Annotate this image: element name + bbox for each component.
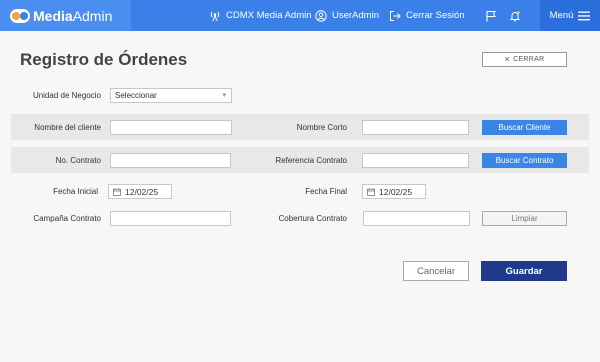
cancel-button[interactable]: Cancelar bbox=[403, 261, 469, 281]
fecha-inicial-input[interactable]: 12/02/25 bbox=[108, 184, 172, 199]
location-label: CDMX Media Admin bbox=[226, 10, 312, 21]
unidad-value: Seleccionar bbox=[115, 91, 157, 100]
unidad-select[interactable]: Seleccionar ▾ bbox=[110, 88, 232, 103]
fecha-final-value: 12/02/25 bbox=[379, 186, 413, 197]
brand[interactable]: MediaAdmin bbox=[0, 0, 131, 31]
nombre-corto-input[interactable] bbox=[362, 120, 469, 135]
bell-icon bbox=[509, 10, 521, 22]
campana-input[interactable] bbox=[110, 211, 231, 226]
fecha-inicial-label: Fecha Inicial bbox=[53, 187, 98, 196]
hamburger-icon bbox=[578, 11, 591, 20]
menu-button[interactable]: Menú bbox=[540, 0, 600, 31]
flag-icon bbox=[486, 10, 496, 21]
brand-name: MediaAdmin bbox=[33, 7, 113, 24]
unidad-label: Unidad de Negocio bbox=[32, 91, 101, 100]
campana-label: Campaña Contrato bbox=[33, 214, 101, 223]
referencia-input[interactable] bbox=[362, 153, 469, 168]
broadcast-icon bbox=[210, 11, 220, 21]
user-label: UserAdmin bbox=[332, 10, 379, 21]
cobertura-label: Cobertura Contrato bbox=[278, 214, 347, 223]
cobertura-input[interactable] bbox=[363, 211, 470, 226]
flag-button[interactable] bbox=[485, 0, 502, 31]
user-icon bbox=[315, 9, 327, 22]
close-label: CERRAR bbox=[513, 56, 545, 63]
user-item[interactable]: UserAdmin bbox=[315, 0, 379, 31]
referencia-label: Referencia Contrato bbox=[275, 156, 347, 165]
location-item[interactable]: CDMX Media Admin bbox=[209, 0, 312, 31]
notifications-button[interactable] bbox=[509, 0, 526, 31]
buscar-contrato-button[interactable]: Buscar Contrato bbox=[482, 153, 567, 168]
nombre-cliente-input[interactable] bbox=[110, 120, 232, 135]
buscar-cliente-button[interactable]: Buscar Cliente bbox=[482, 120, 567, 135]
calendar-icon bbox=[367, 187, 375, 196]
no-contrato-input[interactable] bbox=[110, 153, 231, 168]
save-button[interactable]: Guardar bbox=[481, 261, 567, 281]
fecha-final-input[interactable]: 12/02/25 bbox=[362, 184, 426, 199]
nombre-corto-label: Nombre Corto bbox=[296, 123, 347, 132]
menu-label: Menú bbox=[549, 10, 574, 21]
logout-icon bbox=[390, 10, 401, 21]
limpiar-button[interactable]: Limpiar bbox=[482, 211, 567, 226]
brand-logo-icon bbox=[10, 8, 30, 23]
logout-label: Cerrar Sesión bbox=[406, 10, 465, 21]
logout-item[interactable]: Cerrar Sesión bbox=[389, 0, 465, 31]
fecha-inicial-value: 12/02/25 bbox=[125, 186, 159, 197]
close-button[interactable]: × CERRAR bbox=[482, 52, 567, 67]
fecha-final-label: Fecha Final bbox=[305, 187, 347, 196]
chevron-down-icon: ▾ bbox=[222, 92, 226, 99]
page-title: Registro de Órdenes bbox=[20, 50, 188, 69]
close-icon: × bbox=[504, 54, 511, 64]
nombre-cliente-label: Nombre del cliente bbox=[34, 123, 101, 132]
calendar-icon bbox=[113, 187, 121, 196]
no-contrato-label: No. Contrato bbox=[55, 156, 101, 165]
top-bar: MediaAdmin CDMX Media Admin UserAdmin Ce… bbox=[0, 0, 600, 31]
